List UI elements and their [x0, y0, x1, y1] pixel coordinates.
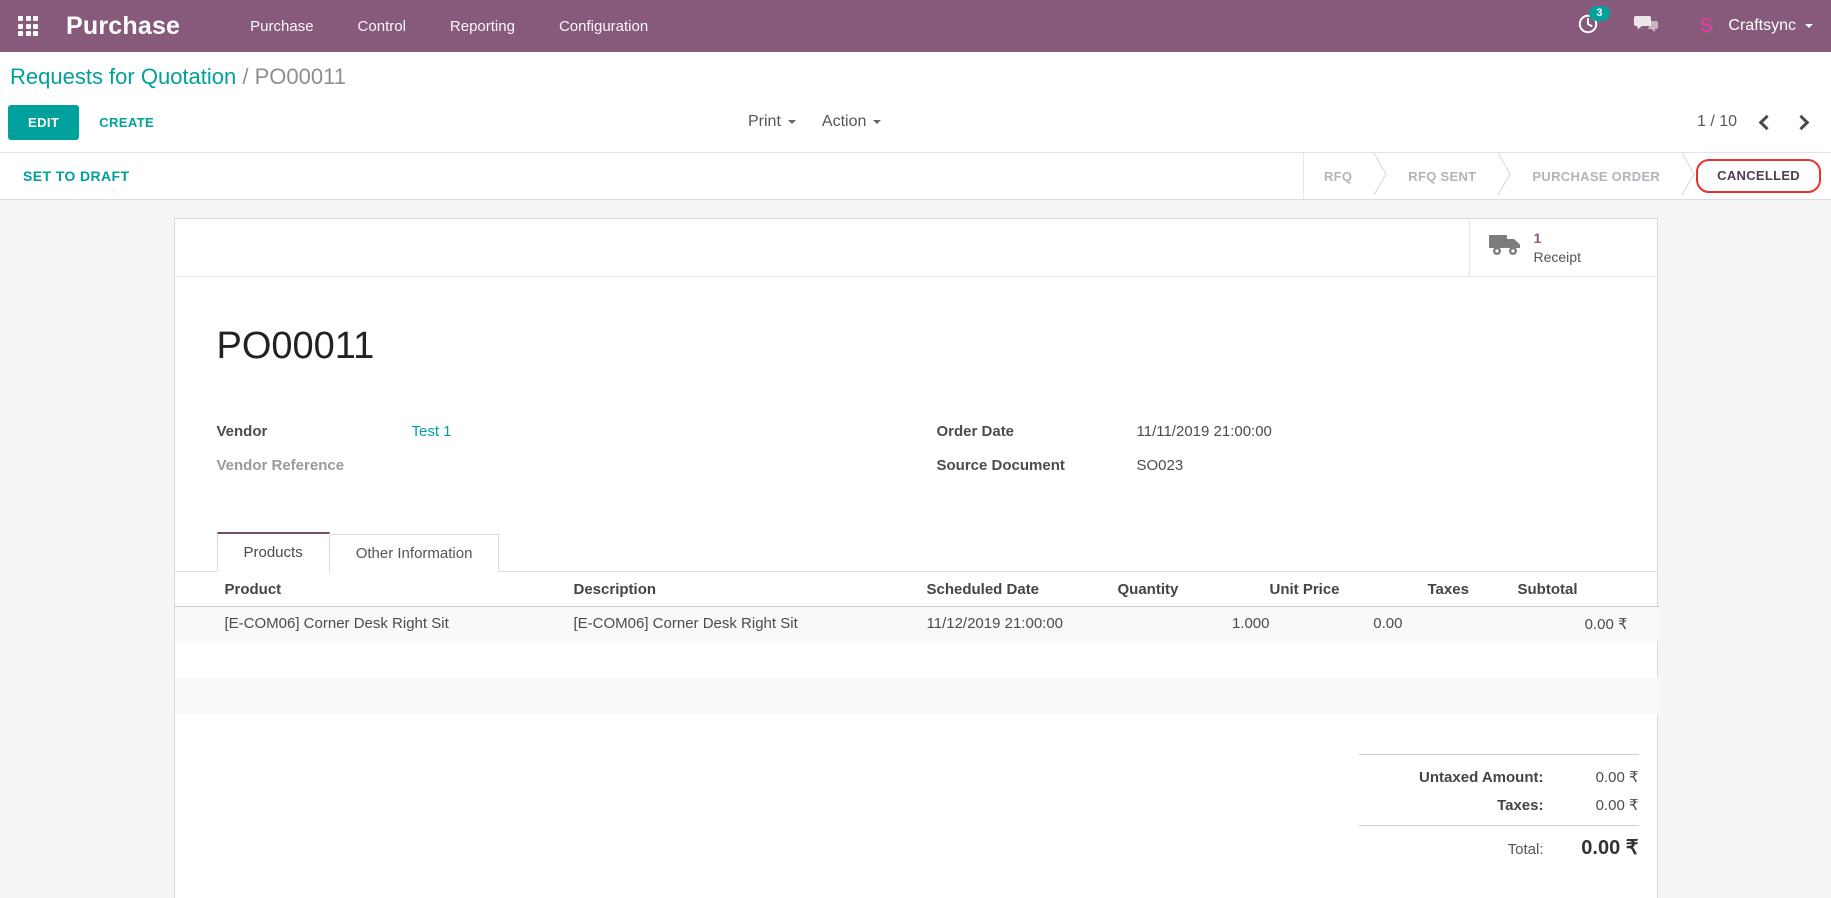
- table-header-row: Product Description Scheduled Date Quant…: [175, 574, 1659, 606]
- chevron-down-icon: [1805, 24, 1813, 32]
- vendor-label: Vendor: [217, 423, 412, 440]
- pager-previous-button[interactable]: [1759, 114, 1775, 130]
- chevron-down-icon: [873, 120, 881, 128]
- field-group-right: Order Date 11/11/2019 21:00:00 Source Do…: [937, 414, 1657, 482]
- breadcrumb-current: PO00011: [255, 64, 346, 89]
- col-subtotal[interactable]: Subtotal: [1518, 574, 1659, 606]
- step-arrow-icon: [1372, 153, 1388, 200]
- activity-count-badge: 3: [1589, 6, 1609, 21]
- empty-row: [175, 678, 1659, 714]
- total-value: 0.00 ₹: [1544, 835, 1639, 860]
- untaxed-amount-value: 0.00 ₹: [1544, 768, 1639, 786]
- cell-subtotal[interactable]: 0.00 ₹: [1518, 606, 1659, 641]
- receipt-stat-button[interactable]: 1 Receipt: [1469, 219, 1657, 276]
- user-avatar: S: [1693, 13, 1719, 39]
- tab-other-information[interactable]: Other Information: [330, 534, 500, 572]
- taxes-value: 0.00 ₹: [1544, 796, 1639, 814]
- chevron-down-icon: [788, 120, 796, 128]
- cell-product[interactable]: [E-COM06] Corner Desk Right Sit: [175, 606, 525, 641]
- cell-scheduled-date[interactable]: 11/12/2019 21:00:00: [878, 606, 1118, 641]
- nav-item-reporting[interactable]: Reporting: [450, 18, 515, 35]
- order-date-value: 11/11/2019 21:00:00: [1137, 423, 1272, 440]
- col-quantity[interactable]: Quantity: [1118, 574, 1270, 606]
- order-date-label: Order Date: [937, 423, 1137, 440]
- status-step-cancelled[interactable]: CANCELLED: [1711, 168, 1806, 183]
- nav-item-control[interactable]: Control: [358, 18, 406, 35]
- total-label: Total:: [1508, 841, 1544, 858]
- print-label: Print: [748, 113, 781, 131]
- content-area: 1 Receipt PO00011 Vendor Test 1 Vendor R…: [0, 218, 1831, 898]
- user-name: Craftsync: [1728, 17, 1796, 35]
- control-panel: Requests for Quotation / PO00011 EDIT CR…: [0, 52, 1831, 152]
- cell-description[interactable]: [E-COM06] Corner Desk Right Sit: [525, 606, 878, 641]
- app-brand[interactable]: Purchase: [66, 12, 180, 41]
- field-groups: Vendor Test 1 Vendor Reference Order Dat…: [175, 414, 1657, 482]
- print-dropdown[interactable]: Print: [748, 113, 796, 131]
- receipt-count: 1: [1534, 229, 1581, 247]
- annotation-highlight-ring: CANCELLED: [1696, 159, 1821, 193]
- status-step-rfq-sent[interactable]: RFQ SENT: [1388, 169, 1496, 184]
- main-menu: Purchase Control Reporting Configuration: [250, 18, 648, 35]
- messages-menu[interactable]: [1633, 13, 1659, 40]
- empty-row: [175, 641, 1659, 678]
- breadcrumb-parent[interactable]: Requests for Quotation: [10, 64, 236, 89]
- create-button[interactable]: CREATE: [99, 115, 154, 130]
- nav-item-purchase[interactable]: Purchase: [250, 18, 313, 35]
- receipt-label: Receipt: [1534, 248, 1581, 266]
- totals-block: Untaxed Amount: 0.00 ₹ Taxes: 0.00 ₹ Tot…: [1359, 754, 1639, 865]
- col-taxes[interactable]: Taxes: [1403, 574, 1518, 606]
- set-to-draft-button[interactable]: SET TO DRAFT: [0, 168, 129, 184]
- statusbar-steps: RFQ RFQ SENT PURCHASE ORDER CANCELLED: [1303, 153, 1831, 199]
- totals-divider: [1359, 825, 1639, 826]
- source-document-label: Source Document: [937, 457, 1137, 474]
- record-title: PO00011: [217, 325, 1657, 368]
- col-scheduled-date[interactable]: Scheduled Date: [878, 574, 1118, 606]
- table-row[interactable]: [E-COM06] Corner Desk Right Sit [E-COM06…: [175, 606, 1659, 641]
- tab-products[interactable]: Products: [217, 532, 330, 572]
- vendor-value-link[interactable]: Test 1: [412, 423, 452, 440]
- statusbar: SET TO DRAFT RFQ RFQ SENT PURCHASE ORDER…: [0, 152, 1831, 200]
- status-step-purchase-order[interactable]: PURCHASE ORDER: [1512, 169, 1680, 184]
- pager-value: 1 / 10: [1697, 113, 1737, 131]
- form-sheet: 1 Receipt PO00011 Vendor Test 1 Vendor R…: [174, 218, 1658, 898]
- cell-taxes[interactable]: [1403, 606, 1518, 641]
- edit-button[interactable]: EDIT: [8, 105, 79, 140]
- order-lines-table: Product Description Scheduled Date Quant…: [175, 574, 1659, 714]
- action-label: Action: [822, 113, 866, 131]
- truck-icon: [1488, 232, 1522, 263]
- activity-menu[interactable]: 3: [1577, 13, 1599, 40]
- notebook-tabs: Products Other Information: [175, 532, 1657, 572]
- button-box: 1 Receipt: [175, 219, 1657, 277]
- step-arrow-icon: [1496, 153, 1512, 200]
- col-description[interactable]: Description: [525, 574, 878, 606]
- cell-unit-price[interactable]: 0.00: [1270, 606, 1403, 641]
- step-arrow-icon: [1680, 153, 1696, 200]
- source-document-value: SO023: [1137, 457, 1184, 474]
- breadcrumb: Requests for Quotation / PO00011: [8, 64, 1831, 90]
- taxes-label: Taxes:: [1497, 797, 1543, 814]
- breadcrumb-separator: /: [242, 64, 248, 89]
- cell-quantity[interactable]: 1.000: [1118, 606, 1270, 641]
- apps-menu-icon[interactable]: [18, 16, 38, 36]
- top-navbar: Purchase Purchase Control Reporting Conf…: [0, 0, 1831, 52]
- action-dropdown[interactable]: Action: [822, 113, 881, 131]
- user-menu[interactable]: S Craftsync: [1693, 13, 1813, 39]
- chat-icon: [1633, 13, 1659, 40]
- untaxed-amount-label: Untaxed Amount:: [1419, 769, 1543, 786]
- col-unit-price[interactable]: Unit Price: [1270, 574, 1403, 606]
- status-step-rfq[interactable]: RFQ: [1304, 169, 1372, 184]
- vendor-reference-label: Vendor Reference: [217, 457, 412, 474]
- col-product[interactable]: Product: [175, 574, 525, 606]
- pager-next-button[interactable]: [1794, 114, 1810, 130]
- nav-item-configuration[interactable]: Configuration: [559, 18, 648, 35]
- field-group-left: Vendor Test 1 Vendor Reference: [217, 414, 937, 482]
